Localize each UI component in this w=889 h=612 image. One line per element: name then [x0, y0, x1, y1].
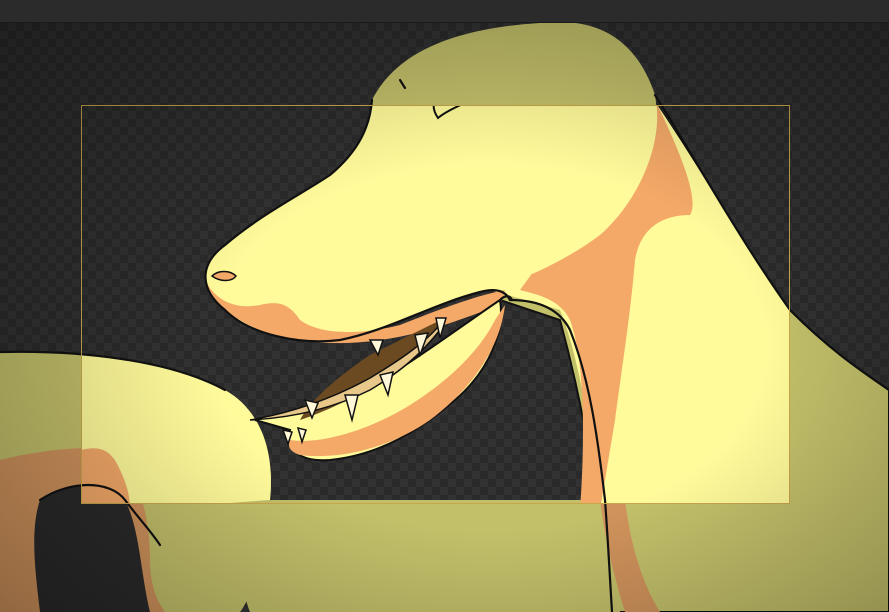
canvas-viewport[interactable] — [0, 23, 889, 612]
lower-body-shape — [225, 500, 620, 612]
dinosaur-artwork — [0, 23, 889, 612]
animation-editor — [0, 0, 889, 612]
top-toolbar — [0, 0, 889, 23]
